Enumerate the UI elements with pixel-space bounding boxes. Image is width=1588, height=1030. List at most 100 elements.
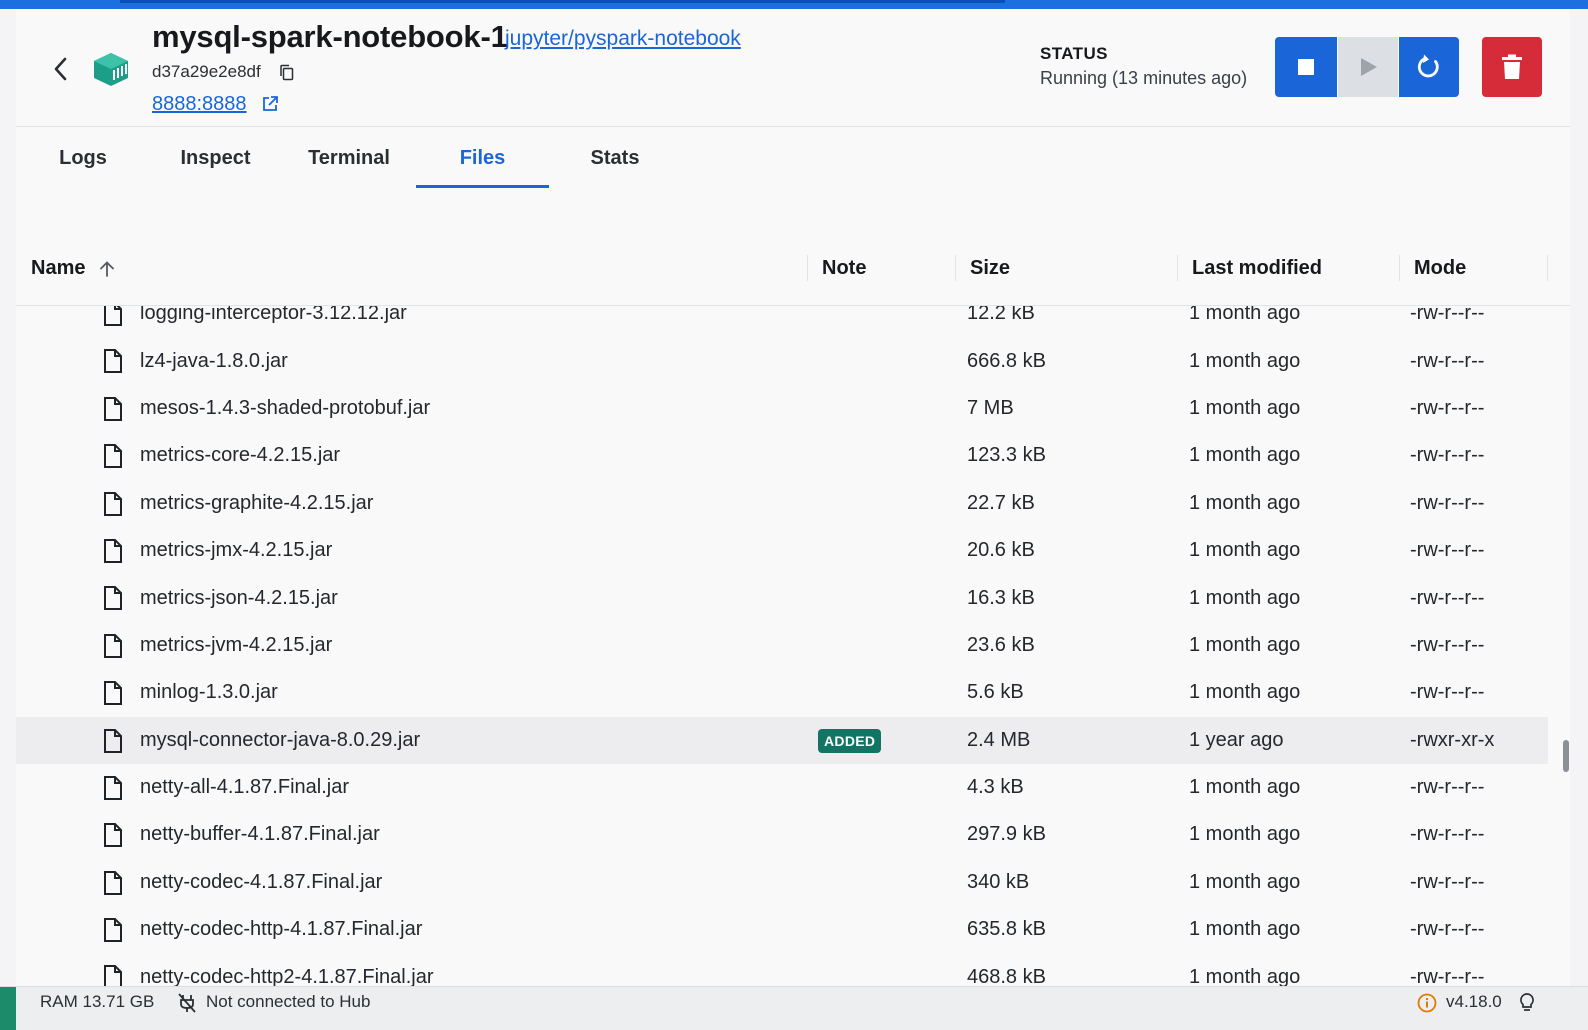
file-icon <box>102 775 124 801</box>
column-header-name[interactable]: Name <box>31 231 117 306</box>
file-name: lz4-java-1.8.0.jar <box>140 349 288 372</box>
tab-stats[interactable]: Stats <box>572 128 658 188</box>
file-icon <box>102 917 124 943</box>
files-list: logging-interceptor-3.12.12.jar 12.2 kB 1 … <box>16 306 1548 997</box>
file-row[interactable]: netty-codec-http-4.1.87.Final.jar 635.8 k… <box>16 906 1548 953</box>
info-icon[interactable] <box>1417 993 1437 1013</box>
file-name: metrics-graphite-4.2.15.jar <box>140 491 374 514</box>
column-divider <box>807 255 808 281</box>
file-icon <box>102 443 124 469</box>
restart-button[interactable] <box>1399 37 1459 97</box>
file-name: netty-codec-4.1.87.Final.jar <box>140 870 383 893</box>
file-last-modified: 1 month ago <box>1189 870 1301 893</box>
file-row[interactable]: minlog-1.3.0.jar 5.6 kB 1 month ago -rw-r--… <box>16 669 1548 716</box>
file-size: 5.6 kB <box>967 681 1024 704</box>
file-row[interactable]: metrics-json-4.2.15.jar 16.3 kB 1 month ag… <box>16 574 1548 621</box>
file-row[interactable]: netty-codec-4.1.87.Final.jar 340 kB 1 mont… <box>16 859 1548 906</box>
files-table-body: logging-interceptor-3.12.12.jar 12.2 kB 1 … <box>16 306 1548 997</box>
column-header-size[interactable]: Size <box>970 231 1010 306</box>
file-size: 123.3 kB <box>967 444 1046 467</box>
file-name: minlog-1.3.0.jar <box>140 681 278 704</box>
file-last-modified: 1 month ago <box>1189 918 1301 941</box>
file-row[interactable]: mesos-1.4.3-shaded-protobuf.jar 7 MB 1 mon… <box>16 385 1548 432</box>
file-last-modified: 1 month ago <box>1189 823 1301 846</box>
chevron-left-icon <box>54 57 67 81</box>
start-button[interactable] <box>1338 37 1398 97</box>
stop-button[interactable] <box>1275 37 1337 97</box>
tab-terminal[interactable]: Terminal <box>301 128 397 188</box>
file-icon <box>102 348 124 374</box>
file-icon <box>102 396 124 422</box>
file-row[interactable]: netty-buffer-4.1.87.Final.jar 297.9 kB 1 m… <box>16 811 1548 858</box>
file-icon <box>102 822 124 848</box>
file-mode: -rw-r--r-- <box>1410 633 1485 656</box>
file-name: netty-codec-http-4.1.87.Final.jar <box>140 918 423 941</box>
file-row[interactable]: logging-interceptor-3.12.12.jar 12.2 kB 1 … <box>16 306 1548 337</box>
file-icon <box>102 728 124 754</box>
file-icon <box>102 870 124 896</box>
file-last-modified: 1 month ago <box>1189 776 1301 799</box>
file-mode: -rw-r--r-- <box>1410 681 1485 704</box>
column-header-note[interactable]: Note <box>822 231 866 306</box>
status-bar: RAM 13.71 GB Not connected to Hub v4.18.… <box>0 986 1588 1030</box>
sort-ascending-icon <box>100 260 115 277</box>
scrollbar-thumb[interactable] <box>1563 740 1569 772</box>
file-name: metrics-core-4.2.15.jar <box>140 444 341 467</box>
file-size: 16.3 kB <box>967 586 1035 609</box>
file-size: 22.7 kB <box>967 491 1035 514</box>
delete-button[interactable] <box>1482 37 1542 97</box>
file-last-modified: 1 month ago <box>1189 396 1301 419</box>
file-name: mesos-1.4.3-shaded-protobuf.jar <box>140 396 431 419</box>
file-name: metrics-jmx-4.2.15.jar <box>140 539 333 562</box>
file-mode: -rw-r--r-- <box>1410 396 1485 419</box>
back-button[interactable] <box>50 55 72 83</box>
file-mode: -rw-r--r-- <box>1410 491 1485 514</box>
copy-icon[interactable] <box>279 64 295 82</box>
image-link[interactable]: jupyter/pyspark-notebook <box>505 27 741 51</box>
file-last-modified: 1 month ago <box>1189 306 1301 325</box>
port-link[interactable]: 8888:8888 <box>152 93 247 116</box>
file-last-modified: 1 month ago <box>1189 539 1301 562</box>
file-icon <box>102 306 124 327</box>
tab-files[interactable]: Files <box>416 128 549 188</box>
lightbulb-icon[interactable] <box>1517 992 1537 1014</box>
status-label: STATUS <box>1040 44 1108 63</box>
file-row[interactable]: mysql-connector-java-8.0.29.jar 2.4 MB 1 y… <box>16 716 1548 764</box>
restart-icon <box>1417 54 1439 78</box>
container-title: mysql-spark-notebook-1 <box>152 19 508 54</box>
docker-whale-strip[interactable] <box>0 987 16 1030</box>
file-row[interactable]: metrics-jmx-4.2.15.jar 20.6 kB 1 month ago… <box>16 527 1548 574</box>
file-icon <box>102 538 124 564</box>
file-last-modified: 1 year ago <box>1189 728 1284 751</box>
file-row[interactable]: netty-all-4.1.87.Final.jar 4.3 kB 1 month … <box>16 764 1548 811</box>
file-size: 635.8 kB <box>967 918 1046 941</box>
file-mode: -rw-r--r-- <box>1410 306 1485 325</box>
added-badge: ADDED <box>818 728 882 753</box>
file-row[interactable]: metrics-core-4.2.15.jar 123.3 kB 1 month a… <box>16 432 1548 479</box>
column-divider <box>1547 255 1548 281</box>
file-name: mysql-connector-java-8.0.29.jar <box>140 728 421 751</box>
external-link-icon[interactable] <box>261 95 279 113</box>
tab-logs[interactable]: Logs <box>38 128 128 188</box>
scrollbar-track[interactable] <box>1562 306 1570 997</box>
file-name: netty-buffer-4.1.87.Final.jar <box>140 823 380 846</box>
column-header-last-modified[interactable]: Last modified <box>1192 231 1322 306</box>
tab-bar: Logs Inspect Terminal Files Stats <box>16 128 1570 190</box>
file-row[interactable]: metrics-graphite-4.2.15.jar 22.7 kB 1 mont… <box>16 480 1548 527</box>
file-mode: -rw-r--r-- <box>1410 586 1485 609</box>
file-name: metrics-jvm-4.2.15.jar <box>140 633 333 656</box>
container-detail-view: mysql-spark-notebook-1 jupyter/pyspark-n… <box>16 9 1570 997</box>
file-row[interactable]: lz4-java-1.8.0.jar 666.8 kB 1 month ago -rw… <box>16 337 1548 384</box>
file-last-modified: 1 month ago <box>1189 586 1301 609</box>
status-text: Running (13 minutes ago) <box>1040 68 1248 88</box>
column-header-mode[interactable]: Mode <box>1414 231 1466 306</box>
file-name: netty-all-4.1.87.Final.jar <box>140 776 349 799</box>
file-row[interactable]: metrics-jvm-4.2.15.jar 23.6 kB 1 month ago… <box>16 622 1548 669</box>
window-top-strip-segment <box>120 0 1005 3</box>
file-size: 666.8 kB <box>967 349 1046 372</box>
app-version: v4.18.0 <box>1446 992 1502 1011</box>
tab-inspect[interactable]: Inspect <box>168 128 263 188</box>
file-mode: -rw-r--r-- <box>1410 823 1485 846</box>
file-size: 2.4 MB <box>967 728 1031 751</box>
file-last-modified: 1 month ago <box>1189 491 1301 514</box>
